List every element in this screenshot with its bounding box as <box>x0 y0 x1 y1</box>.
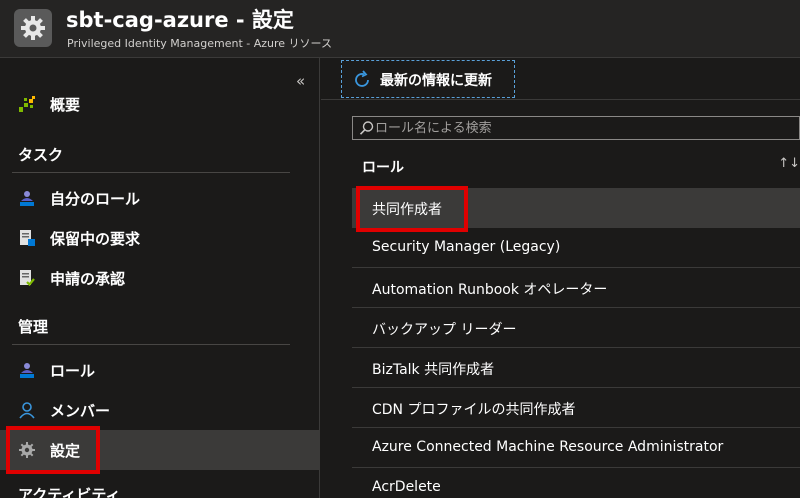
sidebar-item-label: 保留中の要求 <box>50 230 141 248</box>
gear-icon <box>14 9 52 47</box>
refresh-icon <box>352 70 372 90</box>
role-name: AcrDelete <box>372 479 441 495</box>
roles-column-header[interactable]: ロール ↑↓ <box>352 154 800 180</box>
sidebar-item-label: 申請の承認 <box>50 270 126 288</box>
refresh-button[interactable]: 最新の情報に更新 <box>341 60 515 98</box>
role-name: BizTalk 共同作成者 <box>372 362 495 378</box>
table-row[interactable]: Azure Connected Machine Resource Adminis… <box>352 428 800 468</box>
approval-icon <box>18 269 36 287</box>
search-icon <box>359 120 375 136</box>
table-row[interactable]: AcrDelete <box>352 468 800 498</box>
divider <box>12 172 290 173</box>
section-heading-activity: アクティビティ <box>18 486 121 498</box>
role-name: Automation Runbook オペレーター <box>372 282 608 298</box>
table-row[interactable]: BizTalk 共同作成者 <box>352 348 800 388</box>
role-name: Azure Connected Machine Resource Adminis… <box>372 439 724 455</box>
toolbar: 最新の情報に更新 <box>321 58 800 100</box>
sort-icon[interactable]: ↑↓ <box>778 156 800 171</box>
table-row[interactable]: バックアップ リーダー <box>352 308 800 348</box>
sidebar-item-members[interactable]: メンバー <box>0 390 320 430</box>
sidebar-item-label: 自分のロール <box>50 190 141 208</box>
user-role-icon <box>18 189 36 207</box>
role-name: CDN プロファイルの共同作成者 <box>372 402 576 418</box>
column-header-label: ロール <box>362 160 404 176</box>
sidebar-item-label: ロール <box>50 362 96 380</box>
section-heading-tasks: タスク <box>18 146 64 164</box>
sidebar-item-label: 概要 <box>50 96 81 114</box>
role-icon <box>18 361 36 379</box>
refresh-button-label: 最新の情報に更新 <box>380 73 492 89</box>
sidebar: « 概要 タスク 自分のロール 保留中の要求 申請の承認 管理 ロール メンバー… <box>0 58 320 498</box>
sidebar-item-roles[interactable]: ロール <box>0 350 320 390</box>
sidebar-item-approve-requests[interactable]: 申請の承認 <box>0 258 320 298</box>
sidebar-item-my-roles[interactable]: 自分のロール <box>0 178 320 218</box>
blade-header: sbt-cag-azure - 設定 Privileged Identity M… <box>0 0 800 58</box>
pending-request-icon <box>18 229 36 247</box>
sidebar-item-overview[interactable]: 概要 <box>0 84 320 124</box>
member-icon <box>18 401 36 419</box>
table-row[interactable]: Automation Runbook オペレーター <box>352 268 800 308</box>
role-search-box[interactable] <box>352 116 800 140</box>
highlight-box-contributor <box>356 186 468 232</box>
page-title: sbt-cag-azure - 設定 <box>66 8 294 32</box>
highlight-box-settings <box>6 426 100 474</box>
main-panel: 最新の情報に更新 ロール ↑↓ 共同作成者 Security Manager (… <box>321 58 800 498</box>
divider <box>12 344 290 345</box>
role-name: Security Manager (Legacy) <box>372 239 561 255</box>
grid-icon <box>18 95 36 113</box>
search-input[interactable] <box>375 117 795 139</box>
table-row[interactable]: Security Manager (Legacy) <box>352 228 800 268</box>
table-row[interactable]: CDN プロファイルの共同作成者 <box>352 388 800 428</box>
section-heading-manage: 管理 <box>18 318 49 336</box>
sidebar-item-label: メンバー <box>50 402 111 420</box>
role-name: バックアップ リーダー <box>372 322 517 338</box>
page-subtitle: Privileged Identity Management - Azure リ… <box>67 37 332 50</box>
sidebar-item-pending-requests[interactable]: 保留中の要求 <box>0 218 320 258</box>
